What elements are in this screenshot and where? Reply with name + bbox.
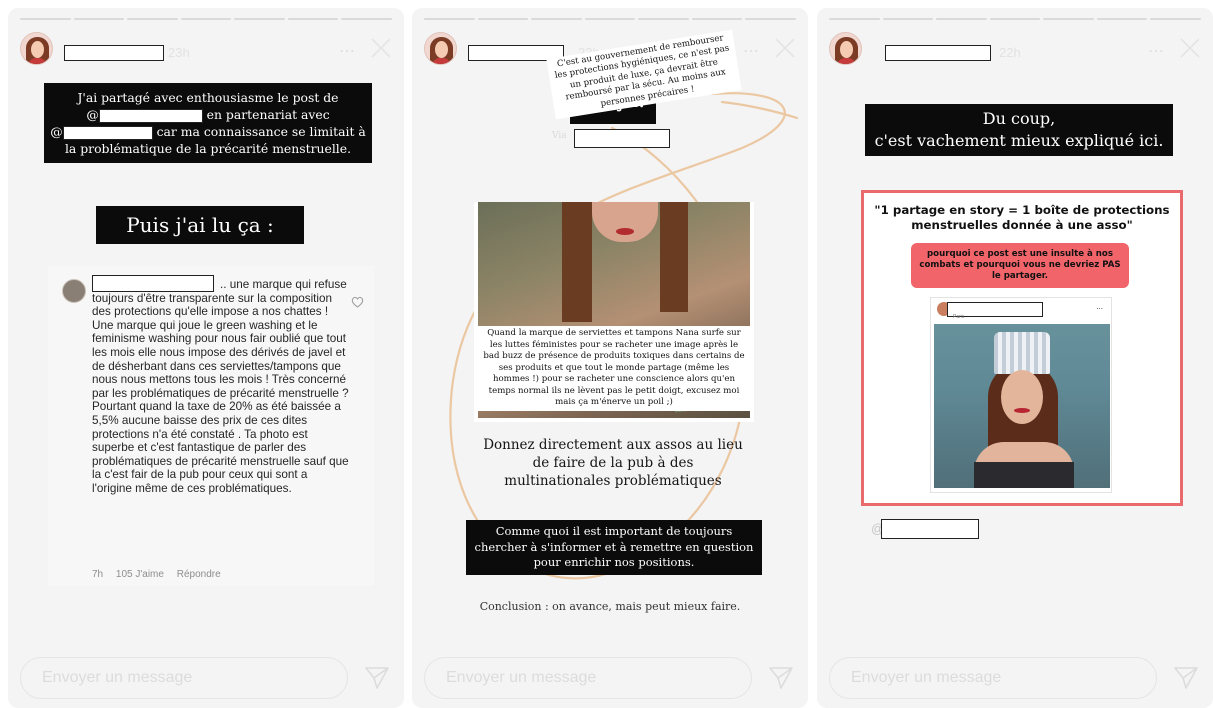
avatar[interactable] [829,32,862,65]
story-caption: J'ai partagé avec enthousiasme le post d… [44,83,372,163]
username-redacted[interactable] [64,45,164,61]
post-text-block: Quand la marque de serviettes et tampons… [478,326,750,411]
message-input[interactable]: Envoyer un message [20,657,348,699]
post-location: Paris [953,314,965,320]
close-icon[interactable] [1179,37,1201,59]
pink-label: pourquoi ce post est une insulte à nos c… [911,243,1129,288]
story-panel-3[interactable]: 22h ⋯ Du coup, c'est vachement mieux exp… [817,8,1213,708]
post-time: 23h [168,45,190,60]
avatar[interactable] [424,32,457,65]
story-caption: Du coup, c'est vachement mieux expliqué … [865,104,1173,156]
via-text: Via [552,131,567,141]
heart-icon[interactable] [351,296,364,308]
nested-post[interactable]: Paris ... [930,297,1112,493]
more-options-icon[interactable]: ⋯ [1148,41,1165,61]
story-progress [20,18,393,20]
shared-post-frame[interactable]: "1 partage en story = 1 boîte de protect… [861,190,1183,506]
comment-meta: 7h 105 J'aime Répondre [92,569,231,580]
close-icon[interactable] [774,37,796,59]
comment-card: .. une marque qui refuse toujours d'être… [48,266,374,586]
headline-text: Donnez directement aux assos au lieu de … [483,437,743,489]
story-progress [424,18,797,20]
comment-likes[interactable]: 105 J'aime [116,569,164,580]
post-time: 22h [999,45,1021,60]
conclusion-text: Conclusion : on avance, mais peut mieux … [479,600,741,613]
story-panel-2[interactable]: 23h ⋯ Et ça. Via C'est au gouvernement d… [412,8,808,708]
story-subcaption: Puis j'ai lu ça : [96,206,304,244]
send-icon[interactable] [768,666,794,690]
mention-sticker[interactable]: @ [871,519,979,539]
post-photo [934,324,1110,488]
story-progress [829,18,1202,20]
story-caption: Comme quoi il est important de toujours … [466,520,762,575]
username-redacted[interactable] [885,45,991,61]
redacted-handle [881,519,979,539]
comment-age: 7h [92,569,104,580]
close-icon[interactable] [370,37,392,59]
comment-text: .. une marque qui refuse toujours d'être… [92,278,349,495]
more-options-icon[interactable]: ⋯ [339,41,356,61]
avatar[interactable] [20,32,53,65]
story-panel-1[interactable]: 23h ⋯ J'ai partagé avec enthousiasme le … [8,8,404,708]
comment-reply[interactable]: Répondre [177,569,221,580]
story-header: 23h ⋯ [20,32,394,68]
message-input[interactable]: Envoyer un message [424,657,752,699]
message-input[interactable]: Envoyer un message [829,657,1157,699]
more-options-icon: ... [1096,302,1103,311]
send-icon[interactable] [1173,666,1199,690]
comment-avatar[interactable] [62,279,86,303]
more-options-icon[interactable]: ⋯ [743,41,760,61]
redacted-handle [62,125,153,140]
story-header: 22h ⋯ [829,32,1203,68]
redacted-handle [574,129,670,148]
frame-title: "1 partage en story = 1 boîte de protect… [874,203,1170,232]
send-icon[interactable] [364,666,390,690]
redacted-handle [98,108,203,123]
